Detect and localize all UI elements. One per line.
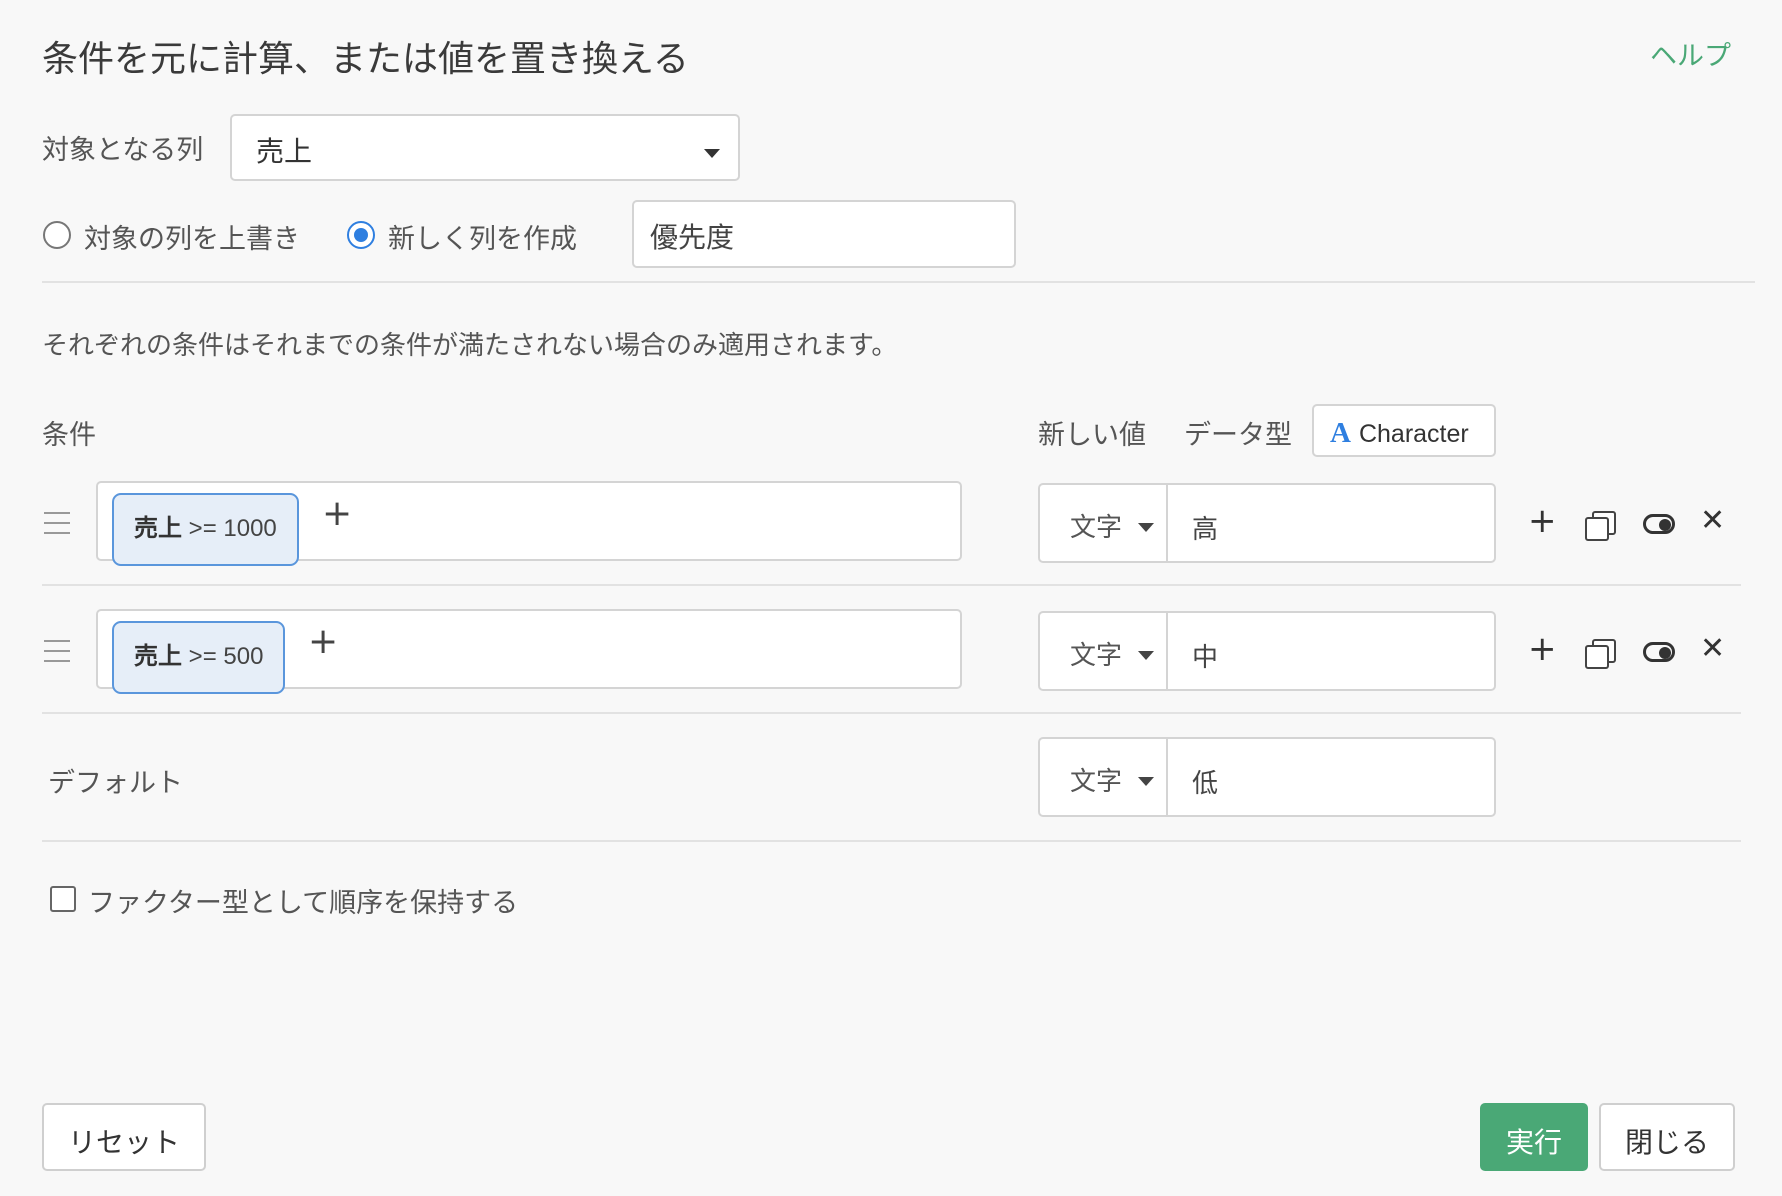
default-label: デフォルト [48, 768, 183, 799]
close-button[interactable]: 閉じる [1599, 1103, 1735, 1171]
new-value-header: 新しい値 [1038, 420, 1146, 451]
value-type-select[interactable]: 文字 [1040, 613, 1168, 689]
drag-handle-icon[interactable] [44, 640, 70, 662]
value-type-select[interactable]: 文字 [1040, 739, 1168, 815]
value-input[interactable]: 中 [1192, 637, 1218, 674]
target-column-value: 売上 [256, 135, 313, 168]
plus-icon[interactable]: + [1528, 501, 1557, 541]
reset-button[interactable]: リセット [42, 1103, 206, 1171]
help-link[interactable]: ヘルプ [1650, 34, 1731, 73]
target-column-select[interactable]: 売上 [230, 114, 740, 181]
target-column-label: 対象となる列 [42, 135, 204, 166]
row-divider [42, 584, 1741, 586]
divider [42, 281, 1755, 283]
condition-pill[interactable]: 売上 >= 500 [112, 621, 286, 694]
copy-icon[interactable] [1585, 511, 1616, 541]
character-type-icon: A [1330, 417, 1351, 449]
overwrite-label: 対象の列を上書き [84, 224, 300, 255]
plus-icon[interactable]: + [1528, 629, 1557, 669]
chevron-down-icon [1138, 523, 1154, 532]
condition-box[interactable]: 売上 >= 500 + [96, 609, 962, 694]
divider [42, 840, 1741, 842]
data-type-button[interactable]: A Character [1312, 404, 1496, 457]
value-type-select[interactable]: 文字 [1040, 485, 1168, 561]
rule-note: それぞれの条件はそれまでの条件が満たされない場合のみ適用されます。 [42, 331, 898, 361]
value-input-group: 文字 高 [1038, 483, 1496, 563]
condition-column: 売上 [134, 514, 182, 542]
chevron-down-icon [1138, 651, 1154, 660]
new-column-radio[interactable] [347, 221, 375, 249]
default-value-input[interactable]: 低 [1192, 763, 1218, 800]
add-condition-icon[interactable]: + [308, 621, 338, 662]
value-type-label: 文字 [1070, 767, 1123, 797]
chevron-down-icon [704, 149, 720, 158]
value-input[interactable]: 高 [1192, 509, 1218, 546]
data-type-value: Character [1358, 420, 1469, 448]
default-value-group: 文字 低 [1038, 737, 1496, 817]
toggle-icon[interactable] [1643, 642, 1675, 662]
data-type-header: データ型 [1184, 420, 1292, 451]
run-button[interactable]: 実行 [1480, 1103, 1588, 1171]
condition-expression: >= 1000 [188, 515, 277, 542]
condition-box[interactable]: 売上 >= 1000 + [96, 481, 962, 566]
new-column-name-value: 優先度 [650, 221, 735, 254]
value-type-label: 文字 [1070, 641, 1123, 671]
factor-checkbox[interactable] [50, 886, 76, 912]
condition-expression: >= 500 [188, 643, 264, 670]
new-column-name-input[interactable]: 優先度 [632, 200, 1016, 268]
condition-pill[interactable]: 売上 >= 1000 [112, 493, 299, 566]
condition-header: 条件 [42, 420, 96, 451]
drag-handle-icon[interactable] [44, 512, 70, 534]
dialog-title: 条件を元に計算、または値を置き換える [42, 39, 689, 80]
close-icon[interactable]: ✕ [1700, 503, 1725, 538]
close-icon[interactable]: ✕ [1700, 631, 1725, 666]
factor-label: ファクター型として順序を保持する [88, 888, 519, 919]
value-input-group: 文字 中 [1038, 611, 1496, 691]
row-divider [42, 712, 1741, 714]
add-condition-icon[interactable]: + [322, 493, 352, 534]
toggle-icon[interactable] [1643, 514, 1675, 534]
chevron-down-icon [1138, 777, 1154, 786]
new-column-label: 新しく列を作成 [388, 224, 577, 255]
value-type-label: 文字 [1070, 513, 1123, 543]
overwrite-radio[interactable] [43, 221, 71, 249]
copy-icon[interactable] [1585, 639, 1616, 669]
condition-column: 売上 [134, 642, 182, 670]
